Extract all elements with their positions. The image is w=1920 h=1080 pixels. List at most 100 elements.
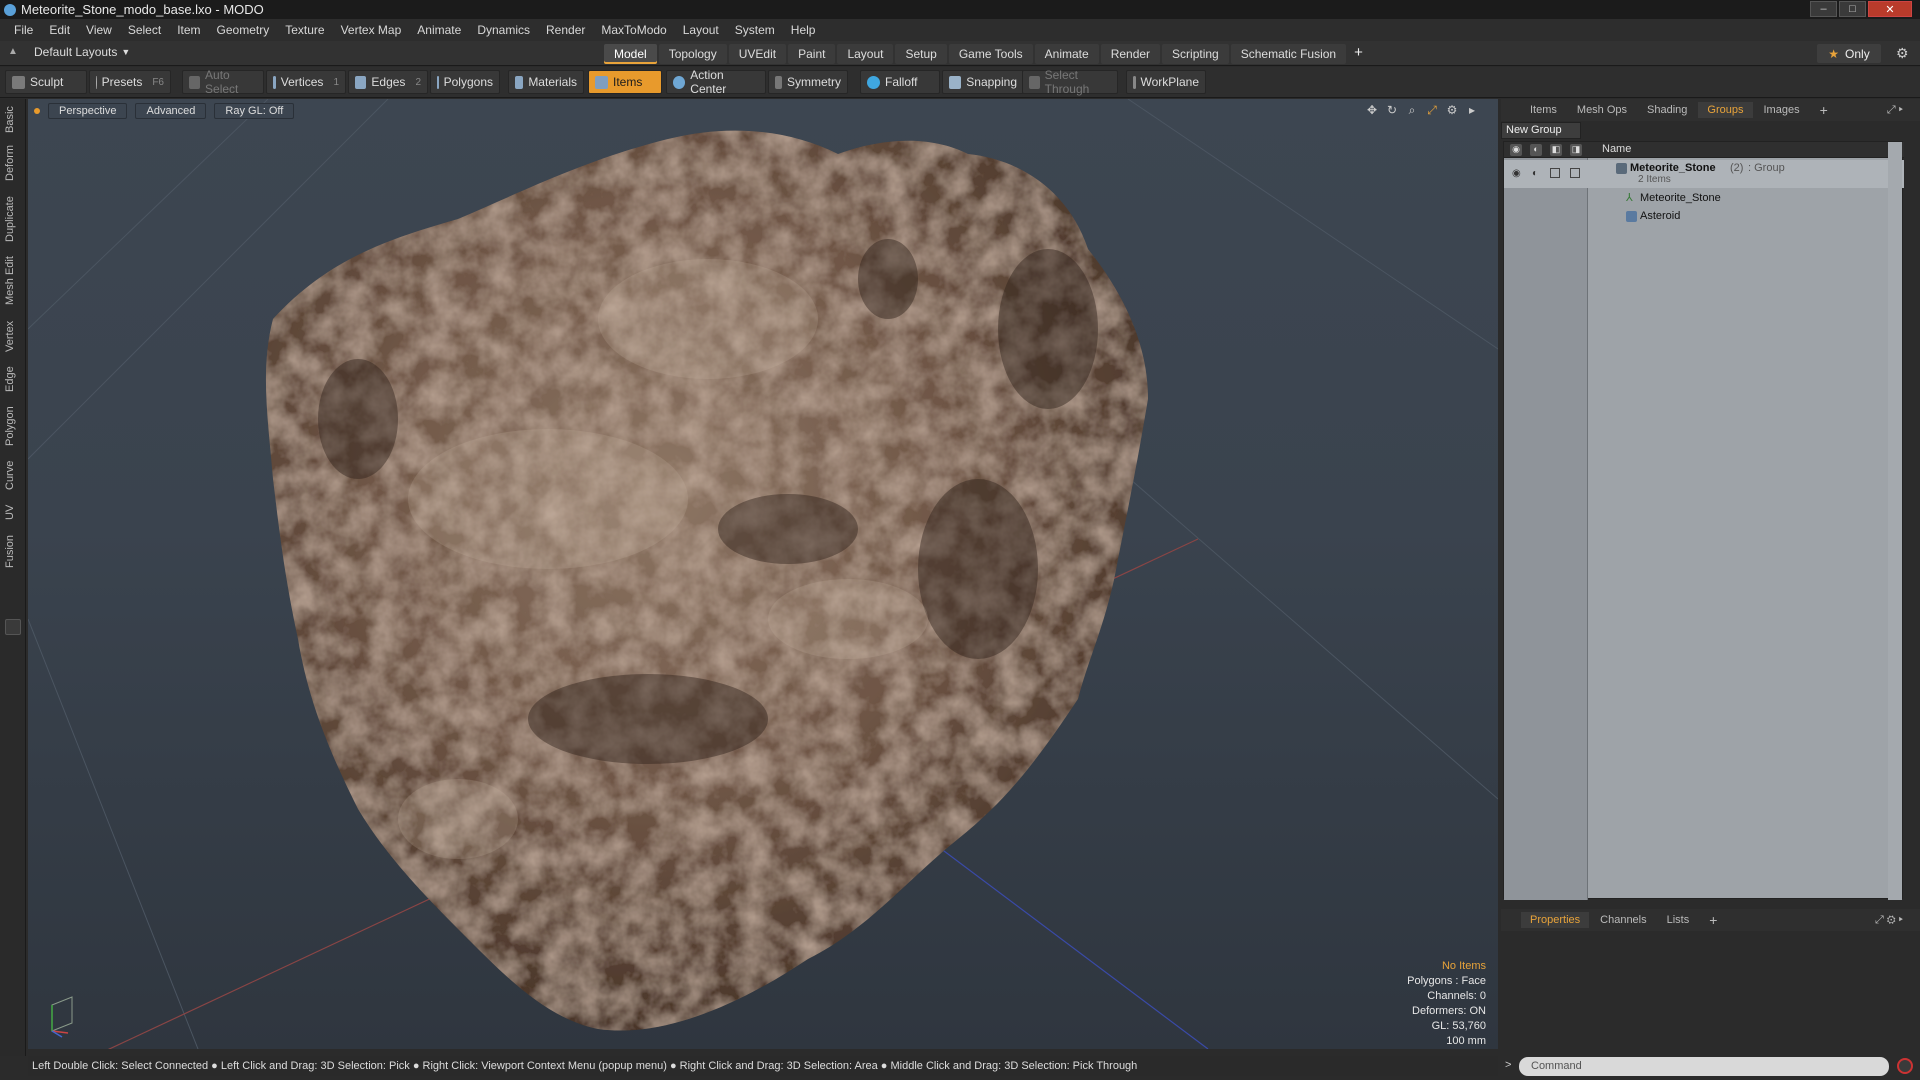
vtab-deform[interactable]: Deform — [4, 143, 20, 183]
select-column-icon[interactable]: ◨ — [1570, 144, 1582, 156]
tab-shading[interactable]: Shading — [1638, 102, 1696, 118]
tab-channels[interactable]: Channels — [1591, 912, 1655, 928]
add-tab-icon[interactable]: + — [1348, 44, 1369, 64]
tab-setup[interactable]: Setup — [895, 44, 947, 64]
auto-select-button[interactable]: Auto Select — [182, 68, 264, 96]
vtab-polygon[interactable]: Polygon — [4, 403, 20, 449]
action-center-button[interactable]: Action Center — [666, 68, 766, 96]
minimize-button[interactable]: – — [1810, 1, 1837, 17]
select-toggle-icon[interactable] — [1570, 168, 1580, 178]
add-panel-tab-icon[interactable]: + — [1811, 100, 1837, 120]
menu-layout[interactable]: Layout — [675, 23, 727, 37]
raygl-button[interactable]: Ray GL: Off — [214, 103, 295, 119]
eye-icon[interactable]: ◉ — [1512, 168, 1521, 179]
zoom-view-icon[interactable]: ⌕ — [1404, 103, 1420, 117]
menu-help[interactable]: Help — [783, 23, 824, 37]
groups-scrollbar[interactable] — [1888, 142, 1902, 900]
maximize-button[interactable]: □ — [1839, 1, 1866, 17]
menu-dynamics[interactable]: Dynamics — [469, 23, 538, 37]
expand-view-icon[interactable]: ▸ — [1464, 103, 1480, 117]
vtab-fusion[interactable]: Fusion — [4, 531, 20, 571]
menu-animate[interactable]: Animate — [409, 23, 469, 37]
tab-lists[interactable]: Lists — [1658, 912, 1699, 928]
tab-game-tools[interactable]: Game Tools — [948, 44, 1033, 64]
lock-toggle-icon[interactable] — [1550, 168, 1560, 178]
menu-maxtomodo[interactable]: MaxToModo — [593, 23, 674, 37]
only-button[interactable]: ★ Only — [1817, 44, 1881, 63]
vtab-edge[interactable]: Edge — [4, 363, 20, 395]
tab-items[interactable]: Items — [1521, 102, 1566, 118]
presets-button[interactable]: Presets F6 — [89, 70, 171, 94]
menu-item[interactable]: Item — [169, 23, 208, 37]
tab-images[interactable]: Images — [1755, 102, 1809, 118]
tab-model[interactable]: Model — [604, 44, 657, 64]
tab-layout[interactable]: Layout — [837, 44, 894, 64]
command-expand-icon[interactable]: > — [1505, 1059, 1511, 1071]
layout-selector[interactable]: ▲ Default Layouts ▼ — [8, 45, 130, 59]
tab-mesh-ops[interactable]: Mesh Ops — [1568, 102, 1636, 118]
snapping-button[interactable]: Snapping — [942, 70, 1024, 94]
rotate-view-icon[interactable]: ↻ — [1384, 103, 1400, 117]
menu-select[interactable]: Select — [120, 23, 169, 37]
perspective-button[interactable]: Perspective — [48, 103, 128, 119]
tab-animate[interactable]: Animate — [1034, 44, 1099, 64]
strip-toggle-button[interactable] — [5, 619, 21, 635]
workplane-button[interactable]: WorkPlane — [1126, 70, 1206, 94]
panel-expand-icon[interactable]: ⤢ ▸ — [1878, 102, 1912, 119]
menu-vertex-map[interactable]: Vertex Map — [333, 23, 410, 37]
tab-groups[interactable]: Groups — [1698, 102, 1753, 118]
lock-column-icon[interactable]: ◧ — [1550, 144, 1562, 156]
vtab-uv[interactable]: UV — [4, 501, 20, 523]
select-through-icon — [1029, 75, 1040, 89]
sculpt-button[interactable]: Sculpt — [5, 70, 87, 94]
collapse-icon[interactable]: ▲ — [8, 46, 20, 58]
vtab-basic[interactable]: Basic — [4, 105, 20, 135]
name-column-header[interactable]: Name — [1602, 143, 1631, 155]
vertices-button[interactable]: Vertices 1 — [266, 70, 346, 94]
tab-topology[interactable]: Topology — [658, 44, 727, 64]
vtab-mesh-edit[interactable]: Mesh Edit — [4, 255, 20, 307]
tab-render[interactable]: Render — [1100, 44, 1161, 64]
maximize-view-icon[interactable]: ⤢ — [1424, 103, 1440, 117]
menu-edit[interactable]: Edit — [41, 23, 78, 37]
viewport-menu-dot[interactable] — [34, 108, 40, 114]
select-through-button[interactable]: Select Through — [1022, 68, 1118, 96]
tab-uvedit[interactable]: UVEdit — [728, 44, 787, 64]
menu-system[interactable]: System — [727, 23, 783, 37]
render-column-icon[interactable]: ◐ — [1530, 144, 1542, 156]
polygons-button[interactable]: Polygons — [430, 70, 500, 94]
vtab-duplicate[interactable]: Duplicate — [4, 193, 20, 245]
command-record-button[interactable] — [1897, 1058, 1913, 1074]
tab-scripting[interactable]: Scripting — [1162, 44, 1229, 64]
edges-button[interactable]: Edges 2 — [348, 70, 428, 94]
move-view-icon[interactable]: ✥ — [1364, 103, 1380, 117]
properties-settings-icon[interactable]: ⤢ ⚙ ▸ — [1866, 912, 1912, 929]
tab-paint[interactable]: Paint — [788, 44, 836, 64]
gear-icon[interactable]: ⚙ — [1896, 45, 1909, 62]
menu-file[interactable]: File — [6, 23, 41, 37]
3d-viewport[interactable]: Perspective Advanced Ray GL: Off ✥ ↻ ⌕ ⤢… — [28, 99, 1498, 1049]
group-row[interactable]: ◉ ◐ Meteorite_Stone (2) : Group 2 Items — [1504, 160, 1904, 188]
menu-geometry[interactable]: Geometry — [209, 23, 278, 37]
menu-texture[interactable]: Texture — [277, 23, 332, 37]
visibility-column-icon[interactable]: ◉ — [1510, 144, 1522, 156]
menu-render[interactable]: Render — [538, 23, 593, 37]
settings-view-icon[interactable]: ⚙ — [1444, 103, 1460, 117]
command-input[interactable]: Command — [1519, 1057, 1889, 1076]
tab-properties[interactable]: Properties — [1521, 912, 1590, 928]
vtab-vertex[interactable]: Vertex — [4, 317, 20, 355]
materials-button[interactable]: Materials — [508, 70, 584, 94]
group-child-row[interactable]: ⅄ Meteorite_Stone — [1504, 190, 1904, 208]
advanced-button[interactable]: Advanced — [135, 103, 207, 119]
tab-schematic-fusion[interactable]: Schematic Fusion — [1230, 44, 1347, 64]
new-group-button[interactable]: New Group — [1501, 122, 1581, 139]
menu-view[interactable]: View — [78, 23, 120, 37]
falloff-button[interactable]: Falloff — [860, 70, 940, 94]
vtab-curve[interactable]: Curve — [4, 457, 20, 493]
items-button[interactable]: Items — [588, 70, 662, 94]
group-child-row[interactable]: Asteroid — [1504, 208, 1904, 226]
render-toggle-icon[interactable]: ◐ — [1532, 168, 1538, 179]
close-button[interactable]: ✕ — [1868, 1, 1912, 17]
add-properties-tab-icon[interactable]: + — [1700, 910, 1726, 930]
symmetry-button[interactable]: Symmetry — [768, 70, 848, 94]
